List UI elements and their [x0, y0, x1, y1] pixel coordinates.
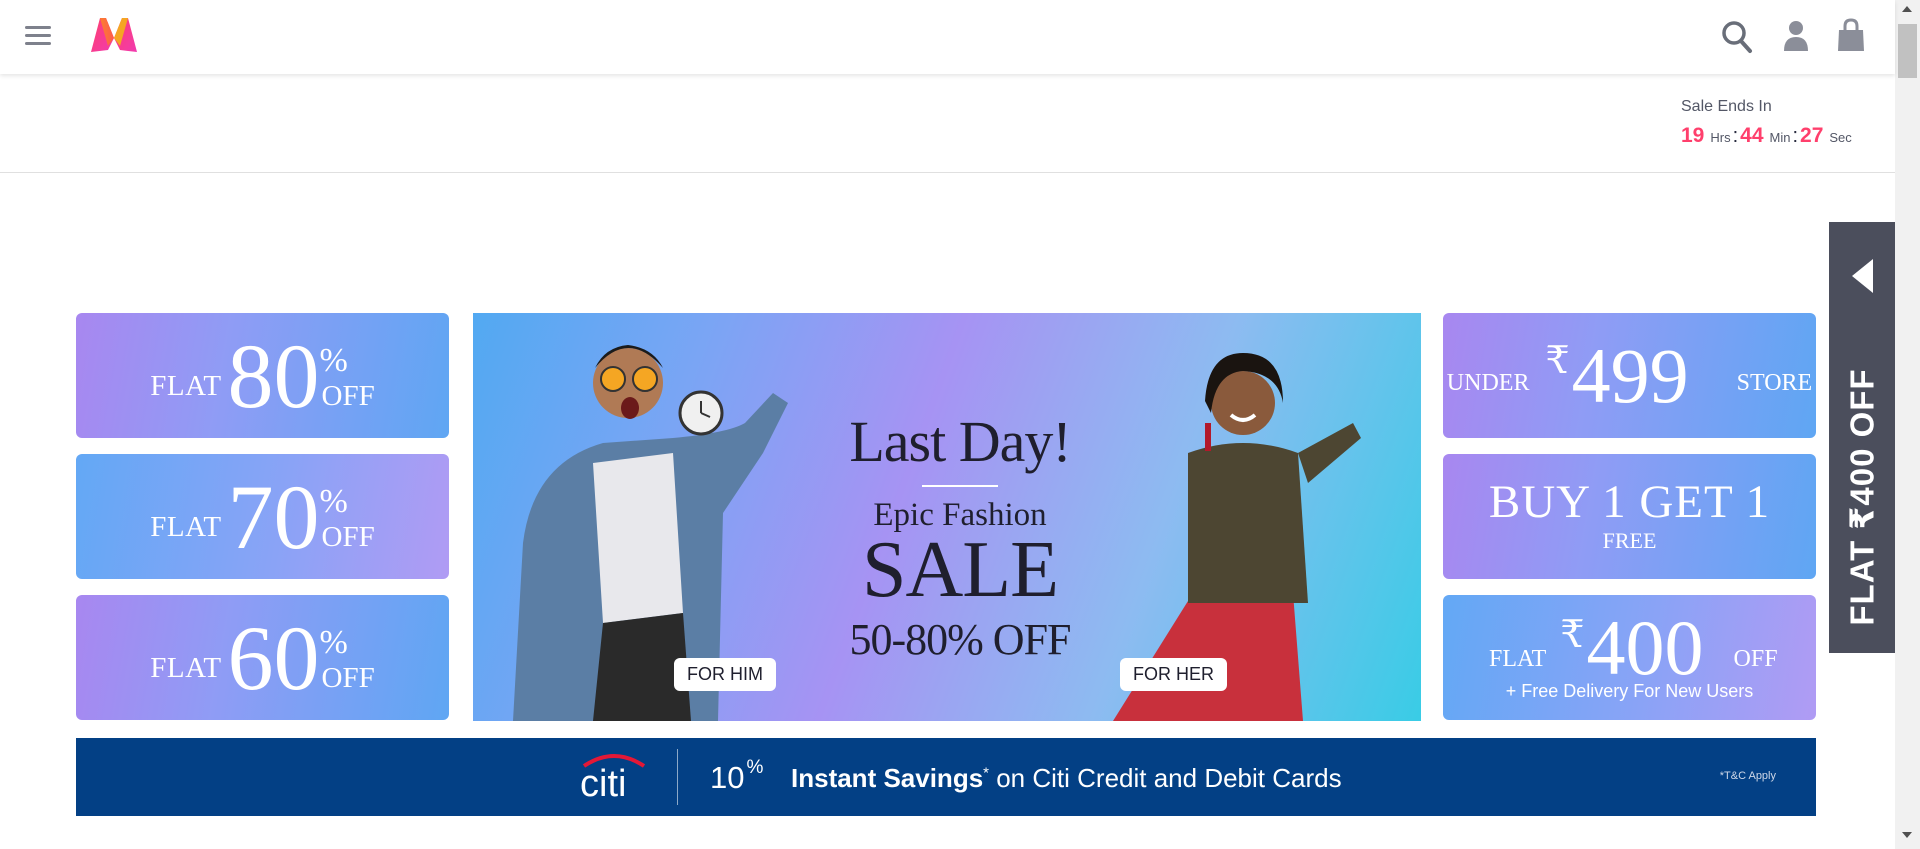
- tile-percent-sign: %: [319, 342, 348, 379]
- hero-sale-text: SALE: [862, 526, 1059, 614]
- vertical-scrollbar[interactable]: [1895, 0, 1920, 849]
- flat-70-off-tile[interactable]: FLAT 70 % OFF: [76, 454, 449, 579]
- tile-free-delivery-text: + Free Delivery For New Users: [1505, 681, 1754, 701]
- hero-sale-banner[interactable]: Last Day! Epic Fashion SALE 50-80% OFF F…: [473, 313, 1421, 721]
- tile-off-label: OFF: [321, 521, 375, 553]
- timer-seconds-unit: Sec: [1829, 130, 1852, 145]
- flat-400-off-side-flag[interactable]: FLAT ₹400 OFF: [1829, 222, 1895, 653]
- hero-last-day-text: Last Day!: [849, 409, 1071, 474]
- citi-discount-percent: 10%: [710, 756, 764, 795]
- flat-80-off-tile[interactable]: FLAT 80 % OFF: [76, 313, 449, 438]
- rupee-symbol: ₹: [1545, 340, 1570, 382]
- hamburger-menu-icon[interactable]: [25, 26, 51, 46]
- scroll-down-arrow-icon[interactable]: [1902, 832, 1912, 838]
- hero-divider: [922, 485, 998, 487]
- tile-off-label: OFF: [321, 662, 375, 694]
- tile-discount-value: 70: [227, 465, 320, 568]
- svg-text:citi: citi: [580, 763, 626, 800]
- sale-timer-strip: Sale Ends In 19 Hrs : 44 Min : 27 Sec: [0, 74, 1895, 173]
- tile-off-label: OFF: [1733, 645, 1778, 672]
- tile-under-label: UNDER: [1446, 370, 1530, 396]
- buy-1-get-1-tile[interactable]: BUY 1 GET 1 FREE: [1443, 454, 1816, 579]
- side-flag-text: FLAT ₹400 OFF: [1843, 368, 1881, 626]
- hero-discount-range-text: 50-80% OFF: [849, 615, 1071, 664]
- tile-percent-sign: %: [319, 624, 348, 661]
- scroll-up-arrow-icon[interactable]: [1902, 6, 1912, 12]
- timer-minutes-unit: Min: [1769, 130, 1791, 145]
- tile-discount-value: 80: [227, 324, 320, 427]
- for-him-button[interactable]: FOR HIM: [674, 658, 776, 691]
- timer-colon: :: [1732, 125, 1739, 147]
- scroll-thumb[interactable]: [1898, 24, 1917, 78]
- tile-percent-sign: %: [319, 483, 348, 520]
- tile-store-label: STORE: [1736, 370, 1813, 396]
- timer-hours: 19: [1681, 124, 1705, 147]
- search-icon[interactable]: [1720, 17, 1754, 55]
- citi-divider: [677, 749, 678, 805]
- tile-flat-label: FLAT: [1489, 645, 1547, 672]
- citi-offer-text: Instant Savings* on Citi Credit and Debi…: [791, 763, 1342, 793]
- shopping-bag-icon[interactable]: [1834, 17, 1868, 55]
- citi-card-text: on Citi Credit and Debit Cards: [989, 763, 1342, 793]
- sale-countdown: Sale Ends In 19 Hrs : 44 Min : 27 Sec: [1681, 98, 1852, 148]
- citi-terms-label[interactable]: *T&C Apply: [1720, 770, 1776, 782]
- sale-timer-title: Sale Ends In: [1681, 98, 1772, 115]
- citi-instant-savings: Instant Savings: [791, 763, 984, 793]
- tile-free-text: FREE: [1602, 528, 1657, 553]
- timer-seconds: 27: [1800, 124, 1824, 147]
- caret-left-icon[interactable]: [1852, 259, 1873, 293]
- citi-logo-icon: citi: [580, 754, 646, 800]
- myntra-logo-icon[interactable]: [88, 16, 140, 54]
- tile-off-label: OFF: [321, 380, 375, 412]
- tile-price-value: 400: [1586, 604, 1704, 691]
- timer-hours-unit: Hrs: [1710, 130, 1731, 145]
- for-her-button[interactable]: FOR HER: [1120, 658, 1227, 691]
- tile-flat-label: FLAT: [150, 370, 222, 402]
- top-header: [0, 0, 1895, 74]
- hero-headline: Last Day! Epic Fashion SALE 50-80% OFF: [810, 413, 1110, 662]
- flat-60-off-tile[interactable]: FLAT 60 % OFF: [76, 595, 449, 720]
- tile-price-value: 499: [1571, 331, 1689, 419]
- timer-minutes: 44: [1740, 124, 1764, 147]
- tile-flat-label: FLAT: [150, 652, 222, 684]
- flat-400-off-tile[interactable]: FLAT ₹ 400 OFF + Free Delivery For New U…: [1443, 595, 1816, 720]
- rupee-symbol: ₹: [1560, 613, 1585, 656]
- user-profile-icon[interactable]: [1779, 17, 1813, 55]
- tile-flat-label: FLAT: [150, 511, 222, 543]
- tile-bogo-text: BUY 1 GET 1: [1488, 476, 1771, 528]
- under-499-store-tile[interactable]: UNDER ₹ 499 STORE: [1443, 313, 1816, 438]
- citi-offer-banner[interactable]: citi 10% Instant Savings* on Citi Credit…: [76, 738, 1816, 816]
- timer-colon: :: [1792, 125, 1799, 147]
- tile-discount-value: 60: [227, 606, 320, 709]
